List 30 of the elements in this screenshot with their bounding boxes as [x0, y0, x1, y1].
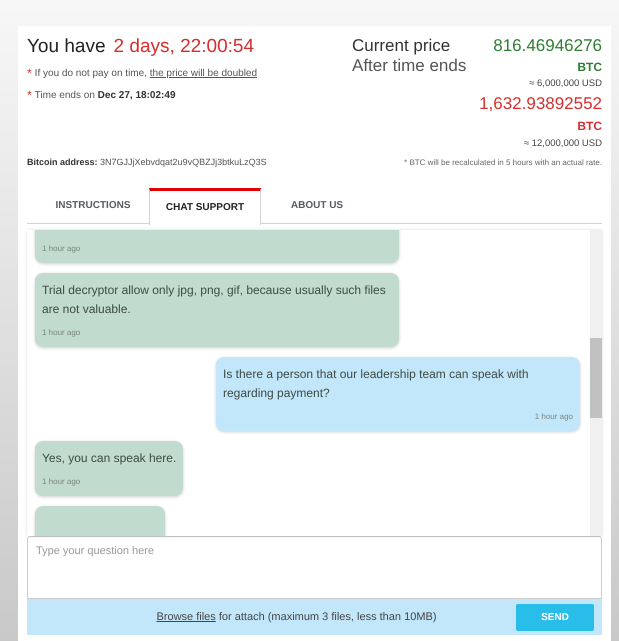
message-text: Yes, you can speak here. — [42, 450, 176, 466]
attach-note: Browse files for attach (maximum 3 files, less than 10MB) — [156, 610, 438, 625]
price-link[interactable]: the price will be doubled — [150, 68, 258, 78]
message-text: Is there a person that our leadership team can speak with regarding payment? — [223, 366, 530, 402]
browse-files-link[interactable]: Browse files — [156, 610, 216, 623]
note-text: Time ends on Dec 27, 18:02:49 — [34, 88, 176, 102]
price-label: After time ends — [352, 55, 466, 77]
countdown: 2 days, 22:00:54 — [114, 35, 254, 59]
price-label: Current price — [352, 35, 450, 57]
bitcoin-address: Bitcoin address: 3N7GJJjXebvdqat2u9vQBZJj3btkuLzQ3S — [27, 156, 267, 169]
recalculation-note: * BTC will be recalculated in 5 hours with an actual rate. — [404, 157, 602, 169]
usd-amount: ≈ 6,000,000 USD — [529, 77, 602, 91]
currency: BTC — [577, 118, 602, 135]
message-time: 1 hour ago — [42, 326, 82, 338]
required-marker: * — [27, 65, 32, 82]
countdown-label: You have — [27, 35, 106, 59]
message-text: Trial decryptor allow only jpg, png, gif, because usually such files are not valuable. — [42, 282, 387, 318]
tab[interactable]: INSTRUCTIONS — [37, 188, 149, 224]
note-text: If you do not pay on time, the price will be doubled — [34, 66, 258, 80]
question-field[interactable]: Type your question here — [27, 536, 602, 599]
message-time: 1 hour ago — [42, 476, 82, 488]
price-amount: 816.46946276 — [493, 35, 602, 57]
currency: BTC — [577, 59, 602, 76]
price-amount: 1,632.93892552 — [479, 93, 602, 115]
required-marker: * — [27, 87, 32, 104]
usd-amount: ≈ 12,000,000 USD — [524, 137, 602, 151]
tab[interactable]: ABOUT US — [261, 188, 373, 224]
tab[interactable]: CHAT SUPPORT — [149, 188, 261, 224]
message-time: 1 hour ago — [42, 242, 82, 254]
message-time: 1 hour ago — [534, 410, 573, 422]
